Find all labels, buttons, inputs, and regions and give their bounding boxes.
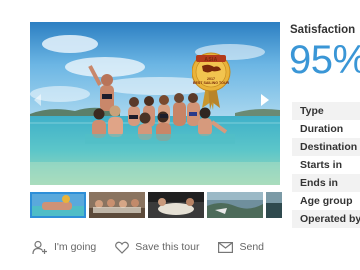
detail-row-ends-in: Ends in xyxy=(292,174,360,192)
chevron-left-icon xyxy=(34,94,41,106)
badge-award-text: BEST SAILING TOUR xyxy=(192,81,230,85)
detail-row-duration: Duration xyxy=(300,123,344,135)
thumbnail-group-sitting[interactable] xyxy=(89,192,145,218)
send-label: Send xyxy=(239,241,265,253)
detail-row-starts-in: Starts in xyxy=(300,159,343,171)
im-going-label: I'm going xyxy=(54,241,97,253)
send-button[interactable]: Send xyxy=(218,241,264,253)
satisfaction-heading: Satisfaction xyxy=(290,24,356,36)
photo-scene xyxy=(30,22,280,185)
thumbnail-boat-dining[interactable] xyxy=(148,192,204,218)
im-going-button[interactable]: I'm going xyxy=(32,240,96,255)
thumbnail-coastline[interactable] xyxy=(207,192,263,218)
thumbnail-strip xyxy=(30,192,282,218)
thumbnail-beach-group[interactable] xyxy=(30,192,86,218)
detail-row-destination: Destination xyxy=(292,138,360,156)
badge-region-text: ASIA xyxy=(204,57,218,63)
envelope-icon xyxy=(218,241,234,253)
detail-row-operated-by: Operated by xyxy=(292,210,360,228)
thumbnail-sea-view[interactable] xyxy=(266,192,282,218)
award-badge: ASIA 2017 BEST SAILING TOUR xyxy=(192,52,234,110)
chevron-right-icon xyxy=(261,94,269,106)
add-person-icon xyxy=(32,240,47,254)
previous-photo-button[interactable] xyxy=(32,93,48,115)
satisfaction-value: 95% xyxy=(289,38,360,82)
next-photo-button[interactable] xyxy=(260,93,276,115)
tour-details-table: Type Duration Destination Starts in Ends… xyxy=(292,102,360,228)
tour-main-photo[interactable]: ASIA 2017 BEST SAILING TOUR xyxy=(30,22,280,185)
save-tour-button[interactable]: Save this tour xyxy=(115,241,199,254)
detail-row-type: Type xyxy=(292,102,360,120)
tour-actions-bar: I'm going Save this tour Send xyxy=(32,238,283,256)
heart-icon xyxy=(115,241,130,254)
save-tour-label: Save this tour xyxy=(135,241,200,253)
detail-row-age-group: Age group xyxy=(300,195,353,207)
